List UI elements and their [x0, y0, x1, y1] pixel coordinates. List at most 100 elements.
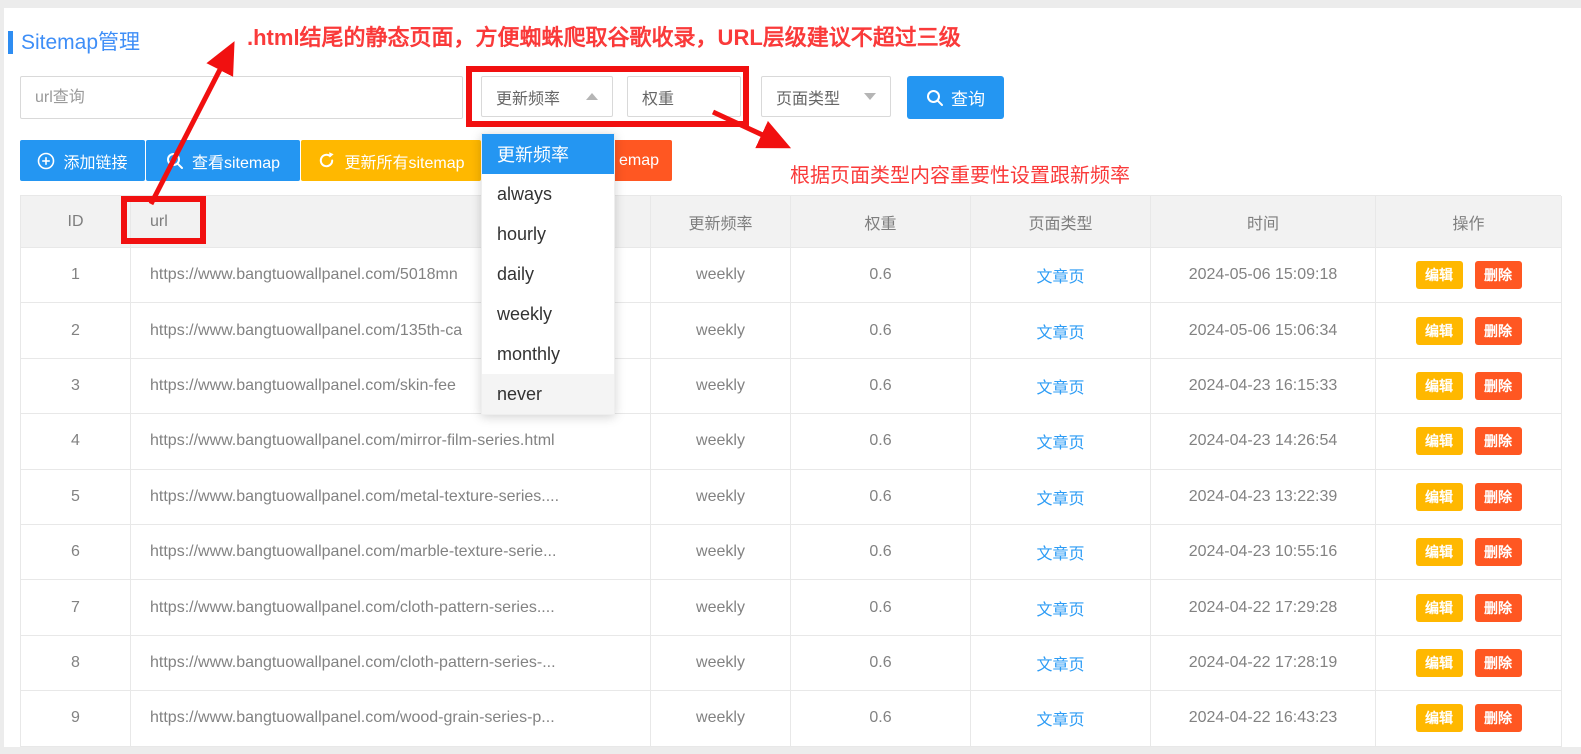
cell-frequency: weekly	[651, 691, 791, 746]
url-search-input[interactable]	[20, 76, 463, 119]
table-row: 7 https://www.bangtuowallpanel.com/cloth…	[21, 580, 1561, 635]
page-type-select[interactable]: 页面类型	[761, 76, 891, 117]
view-sitemap-button[interactable]: 查看sitemap	[146, 140, 300, 181]
page-title: Sitemap管理	[21, 26, 140, 56]
cell-id: 4	[21, 414, 131, 469]
cell-weight: 0.6	[791, 580, 971, 635]
header-id: ID	[21, 196, 131, 248]
dropdown-option-hourly[interactable]: hourly	[482, 214, 614, 254]
cell-actions: 编辑 删除	[1376, 636, 1562, 691]
page-type-link[interactable]: 文章页	[1036, 706, 1084, 730]
edit-button[interactable]: 编辑	[1416, 317, 1463, 345]
cell-page-type: 文章页	[971, 525, 1151, 580]
cell-id: 3	[21, 359, 131, 414]
cell-actions: 编辑 删除	[1376, 303, 1562, 358]
cell-time: 2024-04-23 10:55:16	[1151, 525, 1376, 580]
cell-time: 2024-04-23 13:22:39	[1151, 470, 1376, 525]
delete-button[interactable]: 删除	[1475, 261, 1522, 289]
delete-button[interactable]: 删除	[1475, 538, 1522, 566]
search-icon	[166, 152, 184, 170]
header-actions: 操作	[1376, 196, 1562, 248]
cell-time: 2024-04-22 16:43:23	[1151, 691, 1376, 746]
cell-frequency: weekly	[651, 525, 791, 580]
cell-page-type: 文章页	[971, 636, 1151, 691]
edit-button[interactable]: 编辑	[1416, 372, 1463, 400]
refresh-icon	[317, 151, 336, 170]
delete-button[interactable]: 删除	[1475, 427, 1522, 455]
dropdown-option-weekly[interactable]: weekly	[482, 294, 614, 334]
dropdown-option-always[interactable]: always	[482, 174, 614, 214]
cell-page-type: 文章页	[971, 359, 1151, 414]
edit-button[interactable]: 编辑	[1416, 483, 1463, 511]
edit-button[interactable]: 编辑	[1416, 649, 1463, 677]
weight-select[interactable]: 权重	[627, 76, 741, 117]
page-type-link[interactable]: 文章页	[1036, 540, 1084, 564]
cell-id: 5	[21, 470, 131, 525]
header-weight: 权重	[791, 196, 971, 248]
add-link-button[interactable]: 添加链接	[20, 140, 145, 181]
sitemap-table: ID url 更新频率 权重 页面类型 时间 操作 1 https://www.…	[20, 195, 1561, 747]
cell-actions: 编辑 删除	[1376, 691, 1562, 746]
table-row: 8 https://www.bangtuowallpanel.com/cloth…	[21, 636, 1561, 691]
cell-frequency: weekly	[651, 359, 791, 414]
cell-url: https://www.bangtuowallpanel.com/cloth-p…	[131, 636, 651, 691]
dropdown-option-selected[interactable]: 更新频率	[482, 134, 614, 174]
edit-button[interactable]: 编辑	[1416, 427, 1463, 455]
cell-actions: 编辑 删除	[1376, 470, 1562, 525]
page-type-link[interactable]: 文章页	[1036, 263, 1084, 287]
cell-weight: 0.6	[791, 359, 971, 414]
cell-weight: 0.6	[791, 691, 971, 746]
cell-url: https://www.bangtuowallpanel.com/cloth-p…	[131, 580, 651, 635]
edit-button[interactable]: 编辑	[1416, 594, 1463, 622]
page-type-link[interactable]: 文章页	[1036, 651, 1084, 675]
cell-page-type: 文章页	[971, 303, 1151, 358]
cell-frequency: weekly	[651, 303, 791, 358]
dropdown-option-daily[interactable]: daily	[482, 254, 614, 294]
edit-button[interactable]: 编辑	[1416, 261, 1463, 289]
page-type-link[interactable]: 文章页	[1036, 319, 1084, 343]
delete-button[interactable]: 删除	[1475, 649, 1522, 677]
cell-url: https://www.bangtuowallpanel.com/wood-gr…	[131, 691, 651, 746]
table-row: 3 https://www.bangtuowallpanel.com/skin-…	[21, 359, 1561, 414]
dropdown-option-monthly[interactable]: monthly	[482, 334, 614, 374]
table-row: 5 https://www.bangtuowallpanel.com/metal…	[21, 470, 1561, 525]
cell-time: 2024-04-22 17:28:19	[1151, 636, 1376, 691]
delete-button[interactable]: 删除	[1475, 483, 1522, 511]
cell-weight: 0.6	[791, 636, 971, 691]
cell-page-type: 文章页	[971, 248, 1151, 303]
delete-button[interactable]: 删除	[1475, 317, 1522, 345]
table-row: 4 https://www.bangtuowallpanel.com/mirro…	[21, 414, 1561, 469]
delete-button[interactable]: 删除	[1475, 704, 1522, 732]
cell-url: https://www.bangtuowallpanel.com/marble-…	[131, 525, 651, 580]
edit-button[interactable]: 编辑	[1416, 704, 1463, 732]
frequency-select[interactable]: 更新频率	[481, 76, 613, 117]
cell-id: 6	[21, 525, 131, 580]
add-link-label: 添加链接	[63, 149, 127, 173]
page-type-link[interactable]: 文章页	[1036, 374, 1084, 398]
cell-time: 2024-04-22 17:29:28	[1151, 580, 1376, 635]
page-type-link[interactable]: 文章页	[1036, 485, 1084, 509]
edit-button[interactable]: 编辑	[1416, 538, 1463, 566]
cell-frequency: weekly	[651, 636, 791, 691]
annotation-top: .html结尾的静态页面，方便蜘蛛爬取谷歌收录，URL层级建议不超过三级	[247, 20, 961, 52]
update-all-sitemap-button[interactable]: 更新所有sitemap	[301, 140, 481, 181]
search-button[interactable]: 查询	[907, 76, 1004, 119]
cell-frequency: weekly	[651, 470, 791, 525]
delete-button[interactable]: 删除	[1475, 594, 1522, 622]
delete-button[interactable]: 删除	[1475, 372, 1522, 400]
cell-page-type: 文章页	[971, 414, 1151, 469]
cell-actions: 编辑 删除	[1376, 525, 1562, 580]
table-row: 2 https://www.bangtuowallpanel.com/135th…	[21, 303, 1561, 358]
cell-page-type: 文章页	[971, 691, 1151, 746]
partially-hidden-sitemap-label: emap	[619, 152, 659, 170]
page-type-link[interactable]: 文章页	[1036, 596, 1084, 620]
cell-actions: 编辑 删除	[1376, 248, 1562, 303]
table-row: 6 https://www.bangtuowallpanel.com/marbl…	[21, 525, 1561, 580]
search-button-label: 查询	[951, 85, 985, 110]
cell-id: 7	[21, 580, 131, 635]
title-accent-bar	[8, 31, 13, 54]
cell-frequency: weekly	[651, 580, 791, 635]
page-type-link[interactable]: 文章页	[1036, 429, 1084, 453]
chevron-down-icon	[864, 93, 876, 100]
dropdown-option-never[interactable]: never	[482, 374, 614, 414]
